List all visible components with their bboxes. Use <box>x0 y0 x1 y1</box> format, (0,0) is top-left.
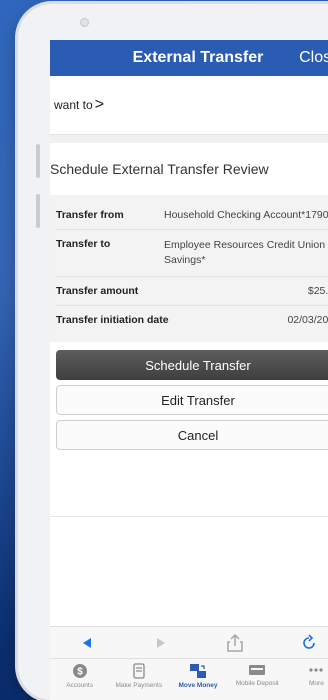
browser-toolbar <box>50 626 328 659</box>
prompt-row[interactable]: want to > <box>50 76 328 135</box>
tab-bar: $ Accounts Make Payments Move Money Mobi… <box>50 658 328 700</box>
nav-bar: External Transfer Close <box>50 40 328 76</box>
forward-icon <box>157 638 165 648</box>
refresh-icon <box>303 634 315 649</box>
schedule-transfer-button[interactable]: Schedule Transfer <box>56 350 328 380</box>
tab-make-payments[interactable]: Make Payments <box>109 659 168 700</box>
review-row-date: Transfer initiation date 02/03/2023 <box>56 306 328 334</box>
more-icon <box>309 668 324 672</box>
page-title: External Transfer <box>132 49 264 66</box>
tab-mobile-deposit-label: Mobile Deposit <box>235 680 279 687</box>
transfer-to-label: Transfer to <box>56 238 111 250</box>
tab-move-money[interactable]: Move Money <box>168 659 227 700</box>
chevron-right-icon: > <box>94 96 105 113</box>
transfer-amount-label: Transfer amount <box>56 285 139 297</box>
tab-accounts[interactable]: $ Accounts <box>50 659 109 700</box>
review-details: Transfer from Household Checking Account… <box>50 195 328 342</box>
camera-icon <box>80 18 89 27</box>
tab-more[interactable]: More <box>287 659 328 700</box>
tab-move-money-label: Move Money <box>178 682 218 689</box>
tab-mobile-deposit[interactable]: Mobile Deposit <box>228 659 287 700</box>
action-buttons: Schedule Transfer Edit Transfer Cancel <box>50 342 328 461</box>
transfer-to-value: Employee Resources Credit Union Savings* <box>164 239 326 266</box>
transfer-date-label: Transfer initiation date <box>56 314 169 326</box>
section-divider <box>50 135 328 143</box>
share-icon <box>227 633 243 652</box>
phone-frame: External Transfer Close want to > Schedu… <box>18 4 328 700</box>
payments-icon <box>133 663 145 679</box>
close-button[interactable]: Close <box>299 49 328 67</box>
tab-accounts-label: Accounts <box>66 682 93 689</box>
tab-make-payments-label: Make Payments <box>115 682 163 689</box>
review-row-from: Transfer from Household Checking Account… <box>56 201 328 230</box>
transfer-amount-value: $25.00 <box>307 285 328 297</box>
refresh-button[interactable] <box>272 634 328 652</box>
svg-text:$: $ <box>77 667 83 678</box>
edit-transfer-button[interactable]: Edit Transfer <box>56 385 328 415</box>
volume-down-button <box>36 194 40 228</box>
back-button[interactable] <box>50 636 124 650</box>
deposit-icon <box>249 665 266 675</box>
transfer-date-value: 02/03/2023 <box>287 314 328 326</box>
share-button[interactable] <box>198 633 272 653</box>
review-row-amount: Transfer amount $25.00 <box>56 277 328 306</box>
review-title: Schedule External Transfer Review <box>50 143 328 195</box>
tab-more-label: More <box>309 680 324 687</box>
back-icon <box>83 638 91 648</box>
review-row-to: Transfer to Employee Resources Credit Un… <box>56 230 328 277</box>
empty-area <box>50 516 328 627</box>
review-title-text: Schedule External Transfer Review <box>50 161 269 177</box>
volume-up-button <box>36 144 40 178</box>
cancel-button[interactable]: Cancel <box>56 420 328 450</box>
prompt-text: want to <box>54 98 93 112</box>
forward-button[interactable] <box>124 636 198 650</box>
transfer-from-label: Transfer from <box>56 209 124 221</box>
dollar-icon: $ <box>72 664 87 678</box>
app-screen: External Transfer Close want to > Schedu… <box>50 40 328 700</box>
transfer-icon <box>190 664 206 678</box>
transfer-from-value: Household Checking Account*1790 <box>164 209 328 221</box>
